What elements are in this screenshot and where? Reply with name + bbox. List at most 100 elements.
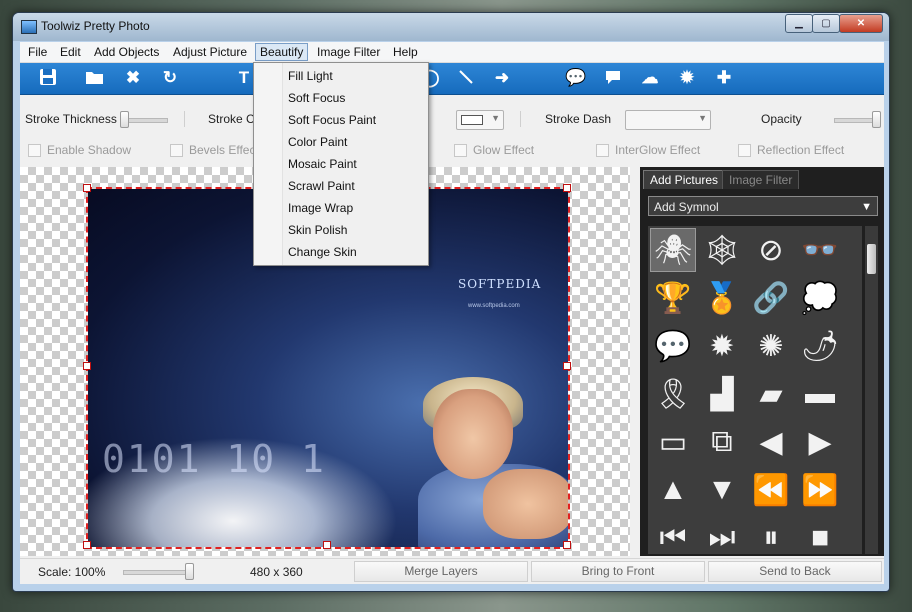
triangle-up-icon[interactable]: ▲ [650, 468, 696, 512]
opacity-thumb[interactable] [872, 111, 881, 128]
maximize-button[interactable]: ▢ [812, 14, 840, 33]
double-rectangle-icon[interactable]: ⧉ [699, 420, 745, 464]
steps-icon[interactable]: ▟ [699, 372, 745, 416]
menu-file[interactable]: File [28, 45, 47, 59]
menu-adjust-picture[interactable]: Adjust Picture [173, 45, 247, 59]
menu-item-soft-focus[interactable]: Soft Focus [288, 87, 345, 109]
double-right-icon[interactable]: ⏩ [797, 468, 843, 512]
stroke-dash-combo[interactable]: ▼ [625, 110, 711, 130]
menu-beautify[interactable]: Beautify [255, 43, 309, 61]
resize-handle-top-left[interactable] [83, 184, 91, 192]
chain-link-icon[interactable]: 🔗 [748, 276, 794, 320]
properties-panel: Stroke Thickness Stroke Co ▼ Stroke Dash… [20, 95, 884, 165]
zap-burst-icon[interactable]: ✺ [748, 324, 794, 368]
medal-icon[interactable]: 🏅 [699, 276, 745, 320]
glow-effect-checkbox[interactable] [454, 144, 467, 157]
glow-effect-label: Glow Effect [473, 143, 535, 157]
scrollbar-thumb[interactable] [867, 244, 876, 274]
speech-bubble-icon[interactable]: 💬 [650, 324, 696, 368]
explosion-burst-icon[interactable]: ✹ [699, 324, 745, 368]
menu-item-soft-focus-paint[interactable]: Soft Focus Paint [288, 109, 376, 131]
triangle-down-icon[interactable]: ▼ [699, 468, 745, 512]
minimize-button[interactable]: ▁ [785, 14, 813, 33]
speech-cloud-icon[interactable]: 💭 [797, 276, 843, 320]
thought-bubble-icon[interactable]: ☁ [640, 68, 660, 88]
menu-item-scrawl-paint[interactable]: Scrawl Paint [288, 175, 355, 197]
skip-back-icon[interactable]: ⏮ [650, 516, 696, 554]
skip-forward-icon[interactable]: ⏭ [699, 516, 745, 554]
title-bar[interactable]: Toolwiz Pretty Photo ▁ ▢ ✕ [13, 13, 889, 41]
puzzle-icon[interactable]: ✚ [714, 68, 734, 88]
sunglasses-icon[interactable]: 👓 [797, 228, 843, 272]
menu-icon-strip [254, 63, 283, 265]
tab-image-filter[interactable]: Image Filter [722, 170, 800, 189]
spider-icon[interactable]: 🕷 [650, 228, 696, 272]
text-tool-icon[interactable]: T [234, 68, 254, 88]
open-folder-icon[interactable] [85, 68, 105, 88]
symbol-scrollbar[interactable] [865, 226, 878, 554]
stroke-dash-label: Stroke Dash [545, 112, 612, 126]
pause-bars-icon[interactable]: ⏸ [748, 516, 794, 554]
minimize-icon: ▁ [795, 18, 803, 29]
resize-handle-left[interactable] [83, 362, 91, 370]
status-bar: Scale: 100% 480 x 360 Merge Layers Bring… [20, 558, 884, 584]
resize-handle-top-right[interactable] [563, 184, 571, 192]
menu-image-filter[interactable]: Image Filter [317, 45, 380, 59]
resize-handle-right[interactable] [563, 362, 571, 370]
rectangle-outline-icon[interactable]: ▭ [650, 420, 696, 464]
send-to-back-button[interactable]: Send to Back [708, 561, 882, 582]
bevels-effect-checkbox[interactable] [170, 144, 183, 157]
tab-add-pictures[interactable]: Add Pictures [643, 170, 726, 189]
opacity-label: Opacity [761, 112, 802, 126]
menu-add-objects[interactable]: Add Objects [94, 45, 159, 59]
menu-item-mosaic-paint[interactable]: Mosaic Paint [288, 153, 357, 175]
stroke-thickness-thumb[interactable] [120, 111, 129, 128]
beautify-dropdown: Fill Light Soft Focus Soft Focus Paint Colo… [253, 62, 429, 266]
chili-pepper-icon[interactable]: 🌶 [797, 324, 843, 368]
refresh-icon[interactable]: ↻ [160, 68, 180, 88]
speech-bubble-round-icon[interactable]: 💬 [565, 68, 586, 88]
double-left-icon[interactable]: ⏪ [748, 468, 794, 512]
bring-to-front-button[interactable]: Bring to Front [531, 561, 705, 582]
separator [184, 111, 185, 127]
resize-handle-bottom[interactable] [323, 541, 331, 549]
interglow-effect-checkbox[interactable] [596, 144, 609, 157]
main-toolbar: ✖ ↻ T ◯ ➜ 💬 ☁ ✹ ✚ [20, 63, 884, 95]
menu-item-change-skin[interactable]: Change Skin [288, 241, 357, 263]
speech-bubble-square-icon[interactable] [603, 68, 623, 88]
menu-help[interactable]: Help [393, 45, 418, 59]
symbol-category-select[interactable]: Add Symnol ▼ [648, 196, 878, 216]
triangle-right-icon[interactable]: ▶ [797, 420, 843, 464]
line-tool-icon[interactable] [456, 68, 476, 88]
no-phone-icon[interactable]: ⊘ [748, 228, 794, 272]
menu-edit[interactable]: Edit [60, 45, 81, 59]
client-area: File Edit Add Objects Adjust Picture Bea… [20, 42, 884, 584]
menu-item-image-wrap[interactable]: Image Wrap [288, 197, 353, 219]
dash-bar-icon[interactable]: ▬ [797, 372, 843, 416]
menu-item-color-paint[interactable]: Color Paint [288, 131, 347, 153]
square-icon[interactable]: ■ [797, 516, 843, 554]
scale-slider[interactable] [123, 570, 191, 575]
symbol-grid: 🕷 🕸 ⊘ 👓 🏆 🏅 🔗 💭 💬 ✹ ✺ 🌶 🎗 ▟ ▰ ▬ ▭ ⧉ ◀ ▶ ▲ ▼ ⏪ ⏩ ⏮ ⏭ ⏸ ■ [648, 226, 862, 554]
parallelogram-icon[interactable]: ▰ [748, 372, 794, 416]
save-icon[interactable] [38, 68, 58, 88]
resize-handle-bottom-left[interactable] [83, 541, 91, 549]
reflection-effect-label: Reflection Effect [757, 143, 845, 157]
delete-x-icon[interactable]: ✖ [123, 68, 143, 88]
merge-layers-button[interactable]: Merge Layers [354, 561, 528, 582]
menu-item-skin-polish[interactable]: Skin Polish [288, 219, 347, 241]
spiderweb-icon[interactable]: 🕸 [699, 228, 745, 272]
scale-thumb[interactable] [185, 563, 194, 580]
awareness-ribbon-icon[interactable]: 🎗 [650, 372, 696, 416]
fill-color-combo[interactable]: ▼ [456, 110, 504, 130]
trophy-icon[interactable]: 🏆 [650, 276, 696, 320]
reflection-effect-checkbox[interactable] [738, 144, 751, 157]
arrow-tool-icon[interactable]: ➜ [492, 68, 512, 88]
triangle-left-icon[interactable]: ◀ [748, 420, 794, 464]
cloud-bubble-icon[interactable]: ✹ [677, 68, 697, 88]
close-button[interactable]: ✕ [839, 14, 883, 33]
scale-label: Scale: 100% [38, 565, 106, 579]
resize-handle-bottom-right[interactable] [563, 541, 571, 549]
enable-shadow-checkbox[interactable] [28, 144, 41, 157]
menu-item-fill-light[interactable]: Fill Light [288, 65, 333, 87]
